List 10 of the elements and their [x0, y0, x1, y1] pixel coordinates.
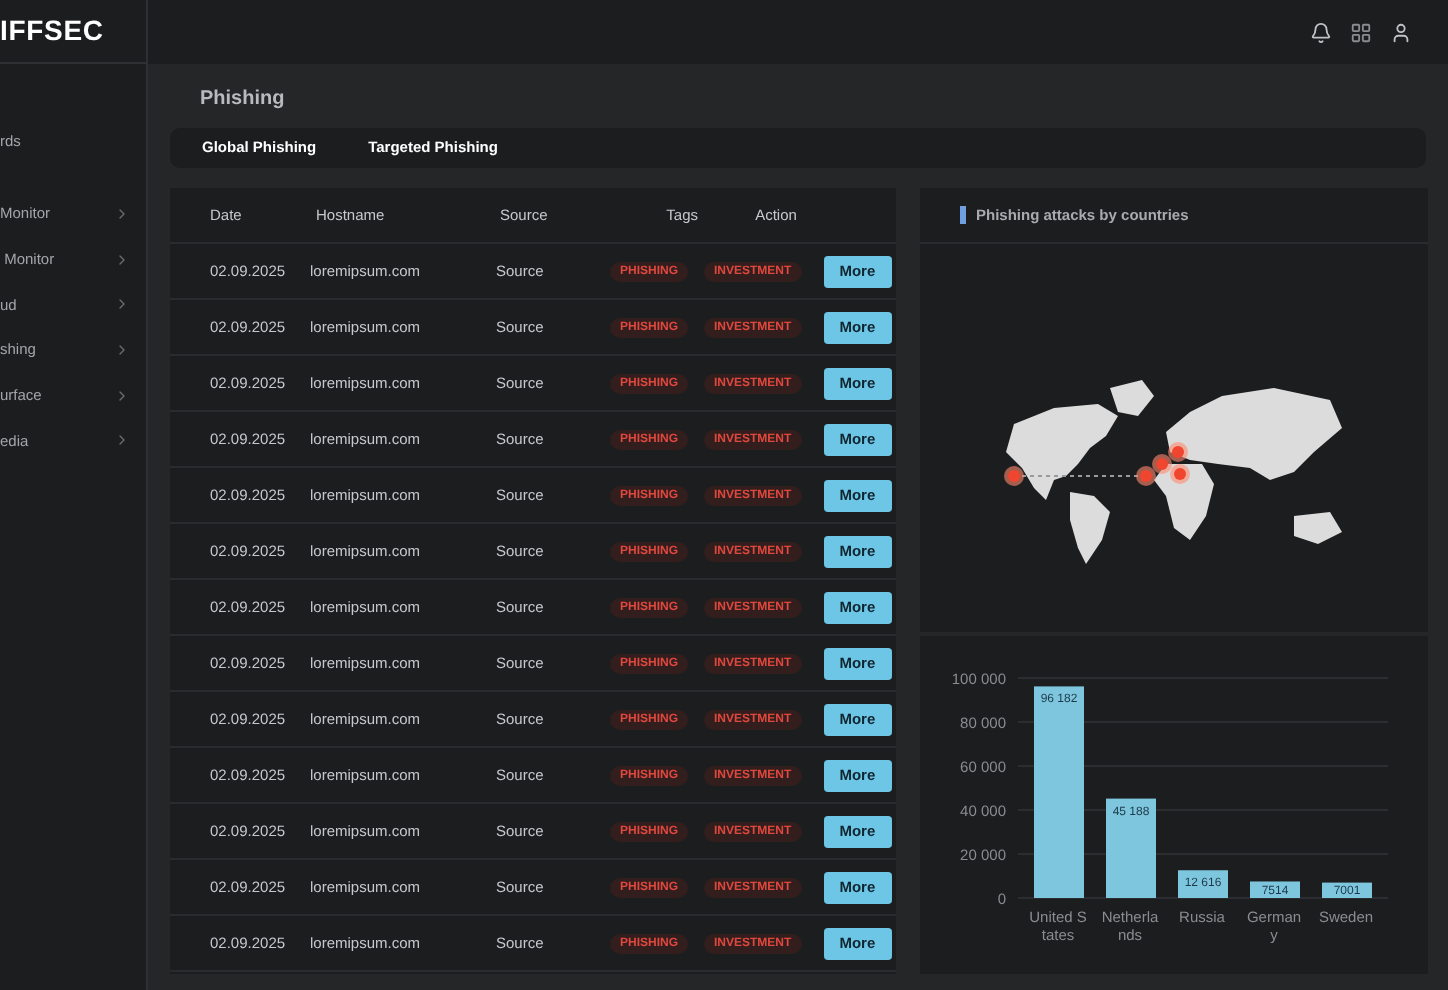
- user-icon[interactable]: [1390, 21, 1412, 43]
- bar: [1322, 882, 1372, 898]
- title-accent-bar: [960, 206, 966, 224]
- bar: [1178, 870, 1228, 898]
- logo: IFFSEC: [0, 12, 104, 50]
- page-title: Phishing: [198, 86, 287, 114]
- bar: [1106, 798, 1156, 898]
- notification-bell-icon[interactable]: [1310, 21, 1332, 43]
- grid-icon[interactable]: [1350, 21, 1372, 43]
- bar: [1250, 881, 1300, 898]
